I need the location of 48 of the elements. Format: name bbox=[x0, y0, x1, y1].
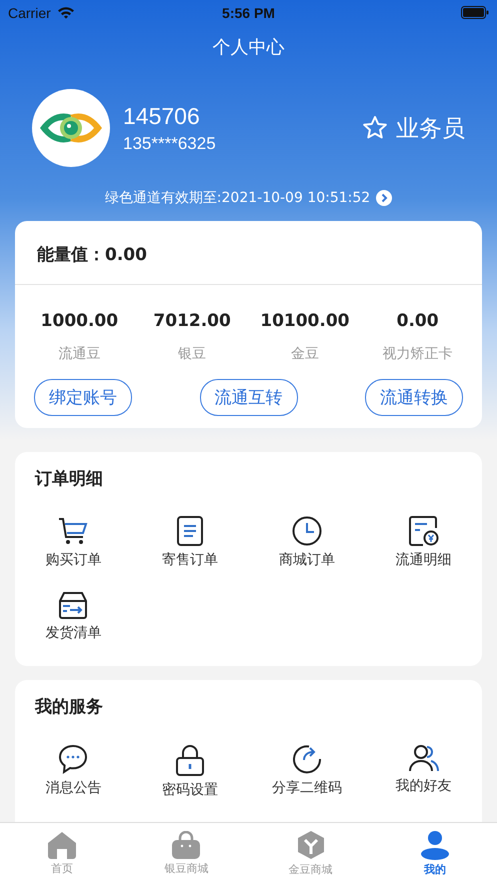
chevron-right-icon[interactable] bbox=[376, 190, 392, 206]
home-icon bbox=[47, 830, 78, 858]
lock-icon bbox=[176, 744, 204, 776]
wifi-icon bbox=[56, 6, 75, 19]
section-title: 订单明细 bbox=[34, 468, 104, 490]
balance-value: 1000.00 bbox=[40, 311, 118, 331]
balance-value: 0.00 bbox=[396, 311, 439, 331]
action-button[interactable]: 流通转换 bbox=[365, 379, 463, 416]
cart-icon bbox=[57, 516, 90, 546]
balance-label: 银豆 bbox=[178, 345, 206, 363]
phone-number: 135****6325 bbox=[123, 134, 216, 154]
action-button[interactable]: 绑定账号 bbox=[34, 379, 132, 416]
menu-item[interactable]: 发货清单 bbox=[15, 591, 132, 642]
menu-item[interactable]: 我的好友 bbox=[365, 744, 482, 799]
battery-icon bbox=[461, 6, 489, 19]
balance-value: 7012.00 bbox=[153, 311, 231, 331]
action-button[interactable]: 流通互转 bbox=[200, 379, 298, 416]
balance-value: 10100.00 bbox=[260, 311, 350, 331]
bag-icon bbox=[171, 830, 202, 858]
clock-icon bbox=[292, 516, 322, 546]
role-label: 业务员 bbox=[396, 114, 465, 144]
energy-value: 能量值：0.00 bbox=[15, 221, 482, 285]
cube-icon bbox=[296, 830, 325, 860]
menu-item[interactable]: 商城订单 bbox=[248, 516, 366, 569]
status-time: 5:56 PM bbox=[222, 4, 275, 20]
share-icon bbox=[292, 744, 322, 774]
menu-item[interactable]: 寄售订单 bbox=[132, 516, 248, 569]
menu-item[interactable]: 分享二维码 bbox=[248, 744, 366, 799]
menu-item[interactable]: 流通明细 bbox=[365, 516, 482, 569]
ledger-icon bbox=[408, 516, 439, 546]
person-icon bbox=[420, 830, 450, 860]
menu-item[interactable]: 密码设置 bbox=[132, 744, 248, 799]
carrier-name: Carrier bbox=[8, 4, 51, 20]
star-icon bbox=[362, 115, 388, 141]
tab-item[interactable]: 我的 bbox=[372, 823, 497, 883]
balance-label: 流通豆 bbox=[58, 345, 100, 363]
user-id: 145706 bbox=[123, 102, 201, 130]
menu-item[interactable]: 购买订单 bbox=[15, 516, 132, 569]
page-title: 个人中心 bbox=[212, 36, 286, 59]
section-title: 我的服务 bbox=[34, 696, 104, 718]
chat-icon bbox=[58, 744, 88, 774]
balance-label: 金豆 bbox=[290, 345, 319, 363]
box-icon bbox=[58, 591, 88, 619]
channel-expiry-text: 绿色通道有效期至:2021-10-09 10:51:52 bbox=[104, 189, 370, 207]
friends-icon bbox=[408, 744, 439, 772]
document-icon bbox=[177, 516, 204, 546]
menu-item[interactable]: 消息公告 bbox=[15, 744, 132, 799]
balance-label: 视力矫正卡 bbox=[382, 345, 453, 363]
